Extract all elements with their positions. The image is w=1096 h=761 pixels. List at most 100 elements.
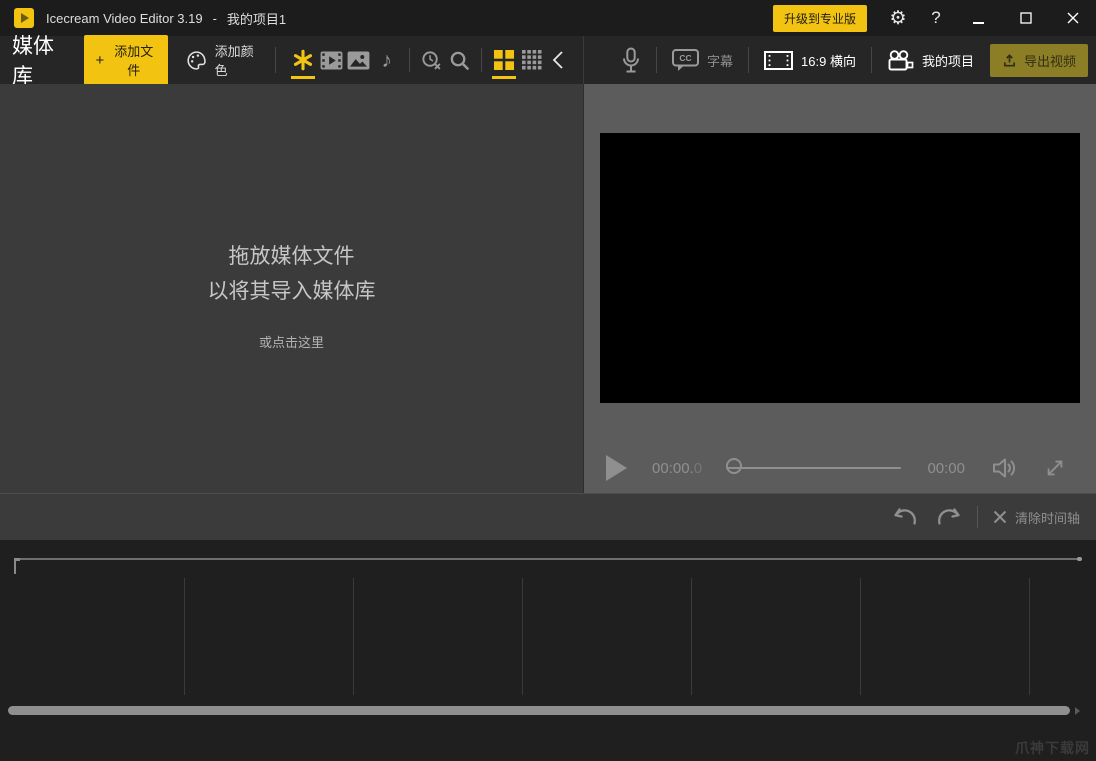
filter-videos-button[interactable] — [317, 40, 345, 80]
seek-handle[interactable] — [726, 458, 743, 474]
add-color-label: 添加颜色 — [214, 44, 254, 78]
close-button[interactable] — [1049, 0, 1096, 36]
track-divider — [522, 578, 523, 695]
drop-files-zone[interactable]: 拖放媒体文件 以将其导入媒体库 或点击这里 — [0, 239, 583, 351]
maximize-icon — [1019, 12, 1032, 24]
question-icon: ? — [931, 8, 941, 27]
titlebar: Icecream Video Editor 3.19 - 我的项目1 升级到专业… — [0, 0, 1096, 36]
video-preview-surface — [600, 133, 1080, 403]
fullscreen-button[interactable] — [1044, 457, 1066, 479]
timeline-area[interactable]: 爪神下载网 — [0, 540, 1096, 761]
toolbar-divider — [656, 47, 658, 73]
filter-audio-button[interactable]: ♪ — [373, 40, 401, 80]
app-logo-icon — [14, 8, 34, 28]
gear-icon: ⚙ — [889, 7, 907, 29]
volume-button[interactable] — [993, 457, 1019, 479]
seek-track[interactable] — [726, 467, 902, 469]
play-button[interactable] — [606, 455, 627, 481]
search-icon — [450, 51, 469, 70]
unused-files-filter-button[interactable] — [418, 40, 446, 80]
svg-text:CC: CC — [679, 53, 691, 63]
my-projects-label: 我的项目 — [921, 53, 974, 69]
collapse-panel-button[interactable] — [546, 45, 570, 75]
preview-toolbar: CC 字幕 16:9 横向 我的项目 导出视频 — [584, 36, 1096, 84]
track-divider — [184, 578, 185, 695]
export-upload-icon — [1003, 53, 1016, 66]
track-divider — [353, 578, 354, 695]
toolbar-divider — [976, 506, 978, 528]
add-color-button[interactable]: 添加颜色 — [186, 41, 262, 79]
seek-slider[interactable] — [726, 458, 902, 478]
add-files-button[interactable]: + 添加文件 — [84, 35, 169, 85]
aspect-ratio-label: 16:9 横向 — [801, 53, 856, 69]
clear-x-icon — [993, 510, 1007, 524]
toolbar-divider — [275, 47, 277, 73]
drop-hint-line1: 拖放媒体文件 — [228, 244, 355, 268]
my-projects-button[interactable]: 我的项目 — [887, 49, 974, 71]
filter-all-button[interactable] — [289, 40, 317, 80]
palette-icon — [187, 50, 207, 70]
player-controls: 00:00.0 00:00 — [584, 450, 1096, 486]
record-voice-button[interactable] — [621, 47, 641, 74]
view-small-grid-button[interactable] — [518, 40, 546, 80]
media-library-panel[interactable]: 拖放媒体文件 以将其导入媒体库 或点击这里 — [0, 84, 584, 493]
frame-ratio-icon — [764, 50, 794, 70]
minimize-button[interactable] — [955, 0, 1002, 36]
title-separator: - — [212, 10, 217, 26]
play-icon — [606, 455, 627, 481]
clear-timeline-label: 清除时间轴 — [1014, 510, 1080, 526]
help-button[interactable]: ? — [917, 0, 955, 36]
drop-hint-click-here: 或点击这里 — [258, 335, 324, 350]
plus-icon: + — [95, 51, 105, 69]
view-large-grid-button[interactable] — [490, 40, 518, 80]
current-time: 00:00.0 — [652, 459, 703, 477]
settings-button[interactable]: ⚙ — [879, 0, 917, 36]
track-divider — [860, 578, 861, 695]
cc-subtitles-icon: CC — [672, 48, 700, 71]
main-area: 拖放媒体文件 以将其导入媒体库 或点击这里 00:00.0 00:00 — [0, 84, 1096, 493]
main-toolbar: 媒体库 + 添加文件 添加颜色 ♪ CC 字幕 16:9 横向 我的项目 导出视… — [0, 35, 1096, 88]
film-icon — [320, 50, 343, 70]
undo-button[interactable] — [892, 506, 918, 528]
redo-icon — [937, 508, 960, 525]
toolbar-divider — [870, 47, 872, 73]
total-time: 00:00 — [927, 459, 965, 477]
asterisk-icon — [294, 49, 313, 71]
media-library-title: 媒体库 — [12, 35, 54, 88]
clear-timeline-button[interactable]: 清除时间轴 — [993, 508, 1080, 527]
timeline-ruler[interactable] — [15, 557, 1082, 561]
grid-large-icon — [494, 50, 515, 70]
redo-button[interactable] — [936, 506, 962, 528]
export-video-button[interactable]: 导出视频 — [989, 43, 1088, 77]
toolbar-divider — [408, 48, 410, 72]
project-name: 我的项目1 — [226, 11, 287, 27]
filter-photos-button[interactable] — [345, 40, 373, 80]
timeline-toolbar: 清除时间轴 — [0, 493, 1096, 540]
maximize-button[interactable] — [1002, 0, 1049, 36]
media-library-toolbar: 媒体库 + 添加文件 添加颜色 ♪ — [0, 35, 584, 88]
current-time-fraction: 0 — [693, 459, 703, 477]
close-icon — [1067, 12, 1078, 24]
undo-icon — [894, 508, 917, 525]
microphone-icon — [623, 47, 640, 72]
chevron-left-icon — [552, 51, 563, 69]
movie-camera-icon — [888, 49, 914, 70]
scrollbar-right-arrow[interactable] — [1075, 707, 1080, 715]
playhead-marker[interactable] — [14, 558, 20, 574]
speaker-icon — [993, 458, 1016, 478]
drop-hint-line2: 以将其导入媒体库 — [207, 279, 376, 303]
toolbar-divider — [748, 47, 750, 73]
subtitles-button[interactable]: CC 字幕 — [672, 48, 733, 72]
toolbar-divider — [481, 48, 483, 72]
aspect-ratio-button[interactable]: 16:9 横向 — [764, 50, 856, 70]
track-divider — [691, 578, 692, 695]
horizontal-scrollbar[interactable] — [8, 706, 1070, 715]
add-files-label: 添加文件 — [114, 44, 154, 78]
ruler-end-cap — [1077, 557, 1082, 561]
image-icon — [348, 50, 370, 70]
video-preview-panel: 00:00.0 00:00 — [584, 84, 1096, 493]
clock-remove-icon — [422, 50, 441, 69]
grid-small-icon — [521, 50, 542, 70]
upgrade-to-pro-button[interactable]: 升级到专业版 — [772, 4, 867, 32]
search-button[interactable] — [445, 40, 473, 80]
